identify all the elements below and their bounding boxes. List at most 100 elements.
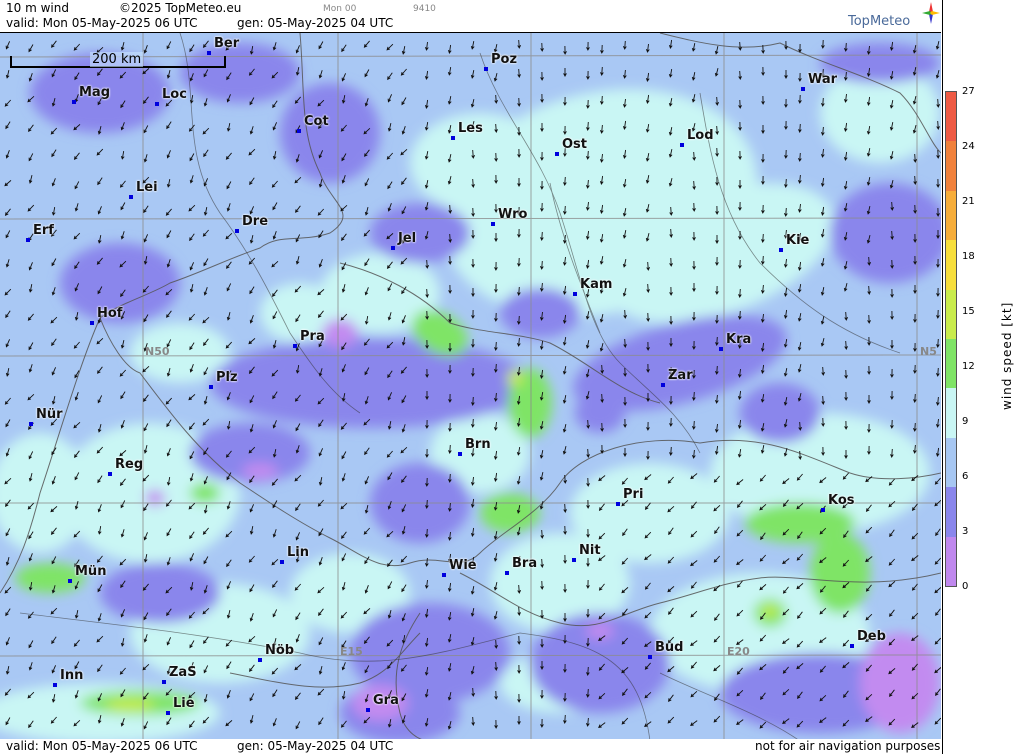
wind-field xyxy=(0,33,941,741)
wind-arrow xyxy=(226,559,232,568)
wind-arrow xyxy=(318,665,323,675)
wind-arrow xyxy=(28,262,33,271)
wind-arrow xyxy=(563,474,568,484)
city-marker xyxy=(155,102,159,106)
wind-arrow xyxy=(249,206,255,215)
wind-arrow xyxy=(935,367,940,377)
wind-arrow xyxy=(913,175,917,185)
wind-arrow xyxy=(798,123,802,133)
city-label: Inn xyxy=(60,668,84,683)
wind-arrow xyxy=(271,558,279,566)
wind-arrow xyxy=(295,532,301,541)
wind-arrow xyxy=(143,45,148,54)
wind-arrow xyxy=(317,688,325,696)
wind-arrow xyxy=(28,124,34,132)
wind-arrow xyxy=(738,70,742,80)
wind-arrow xyxy=(51,178,56,187)
wind-arrow xyxy=(935,528,941,537)
wind-arrow xyxy=(97,395,103,404)
wind-arrow xyxy=(738,121,742,131)
wind-arrow xyxy=(5,556,10,566)
wind-arrow xyxy=(913,393,917,403)
wind-arrow xyxy=(74,312,79,321)
grid-label-n50-right: N5 xyxy=(920,345,937,358)
wind-arrow xyxy=(51,287,56,296)
wind-arrow xyxy=(599,313,604,323)
city-label: Nür xyxy=(36,407,63,422)
wind-arrow xyxy=(401,97,407,106)
wind-arrow xyxy=(249,526,254,535)
wind-arrow xyxy=(890,368,894,378)
city-label: Dre xyxy=(242,214,269,229)
wind-arrow xyxy=(225,530,233,538)
footer: valid: Mon 05-May-2025 06 UTC gen: 05-Ma… xyxy=(0,739,942,754)
wind-arrow xyxy=(203,693,208,703)
wind-arrow xyxy=(798,72,802,82)
wind-arrow xyxy=(341,531,347,539)
city-marker xyxy=(258,658,262,662)
wind-arrow xyxy=(27,204,35,212)
wind-arrow xyxy=(166,121,172,130)
wind-arrow xyxy=(294,474,302,482)
wind-arrow xyxy=(4,99,12,107)
wind-arrow xyxy=(28,364,33,373)
wind-speed-area xyxy=(860,633,940,733)
wind-arrow xyxy=(935,418,940,428)
wind-arrow xyxy=(913,285,917,294)
wind-arrow xyxy=(226,181,232,190)
wind-map[interactable]: N50 N5 E15 E20 200 km Ber Poz War Mag Loc Cot… xyxy=(0,32,941,741)
wind-arrow xyxy=(424,122,429,131)
wind-arrow xyxy=(890,419,894,429)
city-marker xyxy=(108,472,112,476)
wind-arrow xyxy=(166,179,171,188)
wind-arrow xyxy=(890,310,894,320)
wind-arrow xyxy=(364,476,370,485)
colorbar-segment xyxy=(946,437,956,488)
wind-arrow xyxy=(226,690,231,699)
colorbar-segment xyxy=(946,240,956,291)
colorbar-segment xyxy=(946,92,956,142)
wind-arrow xyxy=(340,204,348,212)
wind-arrow xyxy=(5,666,10,675)
city-marker xyxy=(293,344,297,348)
wind-arrow xyxy=(820,258,825,267)
wind-arrow xyxy=(5,150,10,159)
wind-arrow xyxy=(295,205,301,213)
wind-arrow xyxy=(761,153,765,163)
wind-arrow xyxy=(890,288,894,298)
wind-speed-colorbar xyxy=(945,91,957,587)
wind-arrow xyxy=(867,314,871,324)
city-label: Bra xyxy=(512,556,538,571)
wind-arrow xyxy=(934,637,941,645)
wind-arrow xyxy=(225,720,233,727)
wind-arrow xyxy=(586,41,590,51)
city-marker xyxy=(162,680,166,684)
city-label: Lie xyxy=(173,696,195,711)
wind-arrow xyxy=(736,559,744,566)
wind-arrow xyxy=(188,313,196,321)
city-marker xyxy=(53,683,57,687)
wind-arrow xyxy=(820,177,825,187)
colorbar-segment xyxy=(946,141,956,192)
wind-arrow xyxy=(5,41,11,50)
city-label: Nit xyxy=(579,543,601,558)
wind-arrow xyxy=(889,609,895,617)
wind-arrow xyxy=(563,68,567,77)
wind-arrow xyxy=(447,44,452,54)
wind-arrow xyxy=(645,72,650,82)
wind-arrow xyxy=(341,233,347,241)
wind-arrow xyxy=(272,202,278,211)
wind-arrow xyxy=(598,722,606,728)
wind-arrow xyxy=(5,339,11,348)
wind-arrow xyxy=(797,152,802,162)
wind-arrow xyxy=(539,450,544,459)
city-marker xyxy=(680,143,684,147)
wind-arrow xyxy=(189,153,195,162)
wind-arrow xyxy=(540,529,545,539)
wind-arrow xyxy=(5,230,11,239)
wind-arrow xyxy=(401,46,406,55)
run-label: Mon 00 xyxy=(323,4,357,14)
wind-arrow xyxy=(341,473,346,482)
wind-arrow xyxy=(364,178,370,187)
wind-arrow xyxy=(249,177,255,186)
